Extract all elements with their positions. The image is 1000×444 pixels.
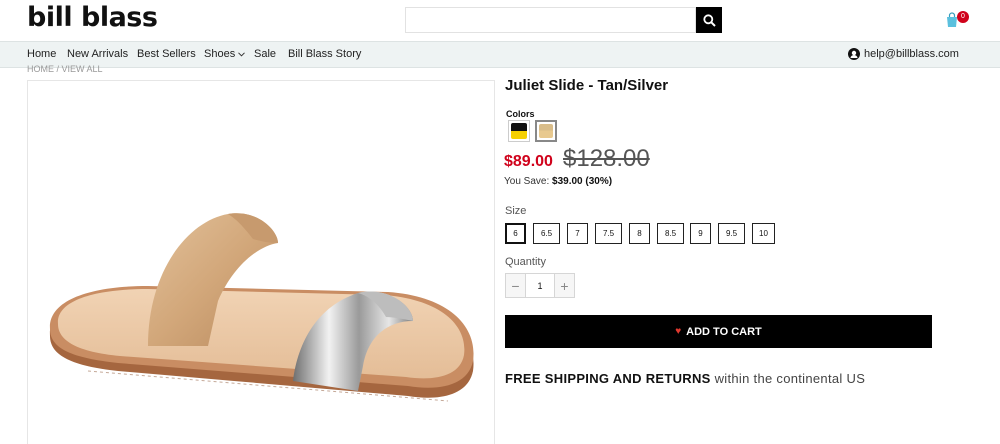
- size-option-6-5[interactable]: 6.5: [533, 223, 560, 244]
- nav-item-sale[interactable]: Sale: [254, 48, 276, 60]
- nav-item-shoes[interactable]: Shoes: [204, 48, 246, 60]
- site-header: bill blass 0: [0, 0, 1000, 40]
- size-option-8[interactable]: 8: [629, 223, 650, 244]
- quantity-decrease-button[interactable]: −: [506, 274, 525, 297]
- shipping-bold: FREE SHIPPING AND RETURNS: [505, 371, 711, 386]
- size-option-7-5[interactable]: 7.5: [595, 223, 622, 244]
- product-image[interactable]: [27, 80, 495, 444]
- nav-item-home[interactable]: Home: [27, 48, 56, 60]
- breadcrumb[interactable]: HOME / VIEW ALL: [27, 64, 103, 74]
- sandal-image: [49, 213, 474, 402]
- nav-item-new-arrivals[interactable]: New Arrivals: [67, 48, 128, 60]
- sale-price: $89.00: [504, 153, 553, 170]
- quantity-input[interactable]: 1: [525, 274, 555, 297]
- size-option-7[interactable]: 7: [567, 223, 588, 244]
- main-nav: Home New Arrivals Best Sellers Shoes Sal…: [0, 41, 1000, 68]
- shipping-rest: within the continental US: [714, 371, 866, 386]
- size-option-9-5[interactable]: 9.5: [718, 223, 745, 244]
- chevron-down-icon: [238, 51, 246, 57]
- headset-icon: [848, 48, 860, 60]
- cart-count-badge: 0: [957, 11, 969, 23]
- help-contact[interactable]: help@billblass.com: [848, 48, 959, 60]
- size-label: Size: [505, 205, 527, 217]
- product-title: Juliet Slide - Tan/Silver: [505, 77, 669, 94]
- original-price: $128.00: [563, 145, 650, 172]
- size-option-9[interactable]: 9: [690, 223, 711, 244]
- colors-label: Colors: [506, 109, 535, 119]
- quantity-increase-button[interactable]: +: [555, 274, 574, 297]
- search-button[interactable]: [696, 7, 722, 33]
- add-to-cart-label: ADD TO CART: [686, 325, 762, 338]
- swatch-fill: [511, 123, 527, 139]
- shipping-banner: FREE SHIPPING AND RETURNS within the con…: [505, 371, 865, 386]
- nav-item-shoes-label: Shoes: [204, 48, 236, 60]
- add-to-cart-button[interactable]: ♥ ADD TO CART: [505, 315, 932, 348]
- quantity-label: Quantity: [505, 256, 546, 268]
- search-input[interactable]: [405, 7, 696, 33]
- quantity-stepper: − 1 +: [505, 273, 575, 298]
- color-swatch-tan[interactable]: [535, 120, 557, 142]
- help-email: help@billblass.com: [864, 48, 959, 60]
- nav-item-story[interactable]: Bill Blass Story: [288, 48, 361, 60]
- size-option-6[interactable]: 6: [505, 223, 526, 244]
- you-save-label: You Save:: [504, 176, 550, 187]
- you-save-value: $39.00 (30%): [552, 176, 613, 187]
- nav-item-best-sellers[interactable]: Best Sellers: [137, 48, 196, 60]
- brand-logo[interactable]: bill blass: [27, 2, 158, 33]
- size-option-8-5[interactable]: 8.5: [657, 223, 684, 244]
- color-swatch-black-yellow[interactable]: [508, 120, 530, 142]
- heart-icon: ♥: [675, 326, 682, 337]
- size-option-10[interactable]: 10: [752, 223, 775, 244]
- swatch-fill: [539, 124, 553, 138]
- you-save: You Save: $39.00 (30%): [504, 176, 612, 187]
- search-icon: [702, 13, 716, 27]
